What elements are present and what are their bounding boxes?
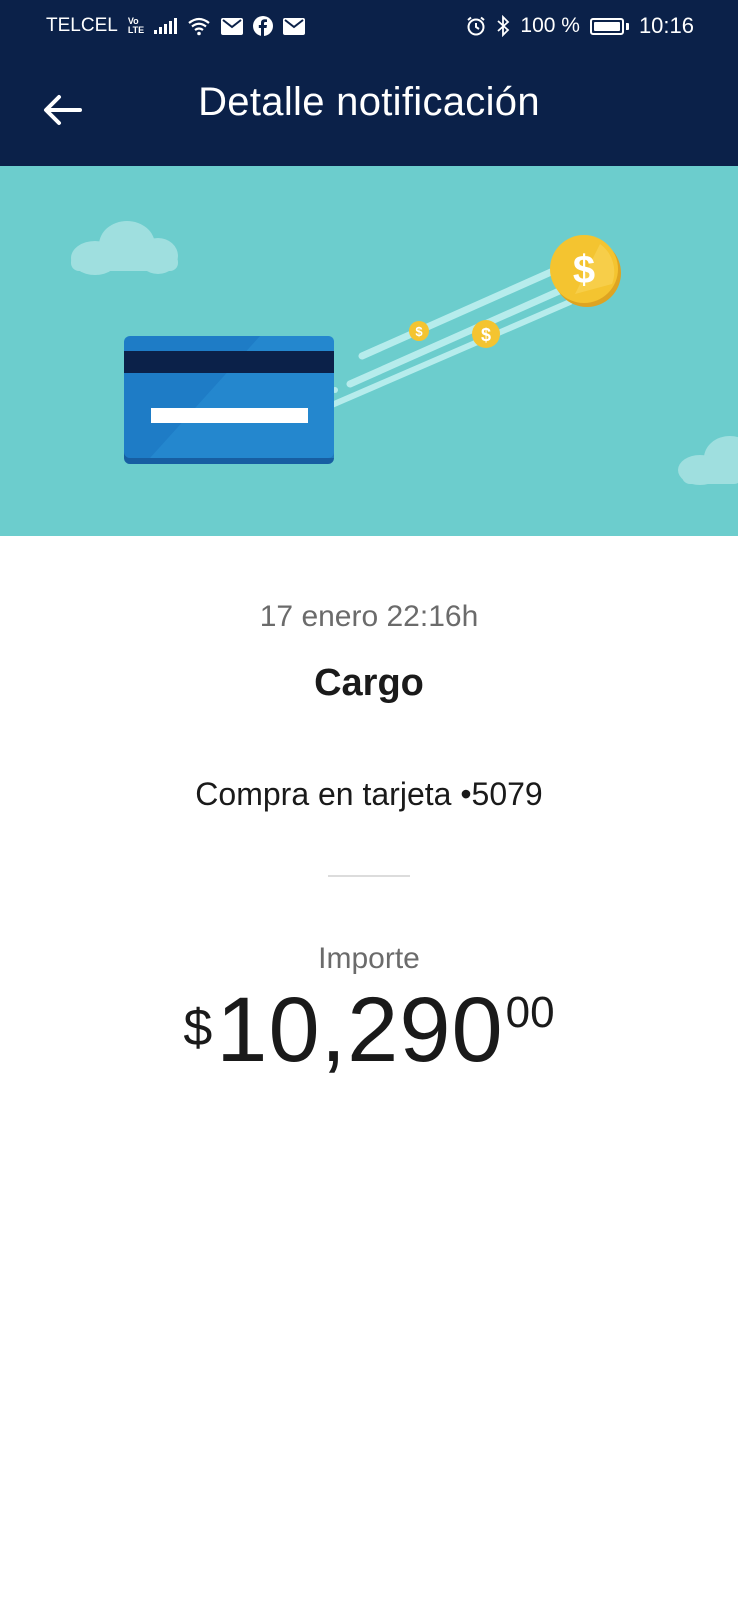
coin-icon: $ [409, 321, 429, 341]
volte-icon: Vo LTE [128, 17, 144, 35]
notification-date: 17 enero 22:16h [259, 600, 479, 633]
wifi-icon [188, 17, 210, 36]
coin-symbol: $ [573, 248, 595, 292]
page-title: Detalle notificación [198, 80, 540, 124]
bluetooth-icon [497, 15, 510, 37]
hero-illustration: $ $ $ [0, 166, 738, 536]
mail-icon [221, 17, 244, 35]
amount-label: Importe [318, 942, 420, 975]
mail-icon [283, 17, 306, 35]
status-bar: TELCEL Vo LTE 100 % 10:16 [0, 0, 738, 52]
status-bar-right: 100 % 10:16 [466, 13, 694, 39]
divider [328, 875, 410, 877]
motion-trails [315, 264, 579, 414]
notification-description: Compra en tarjeta •5079 [195, 776, 543, 812]
coin-icon: $ [472, 320, 500, 348]
clock-time: 10:16 [638, 13, 694, 38]
coin-icon: $ [550, 235, 621, 307]
amount-decimals: 00 [505, 988, 555, 1037]
amount-currency: $ [183, 999, 213, 1057]
amount: $ 10,290 00 [0, 984, 738, 1076]
card-payment-illustration: $ $ $ [71, 221, 738, 485]
notification-title: Cargo [314, 662, 424, 704]
status-bar-left: TELCEL Vo LTE [46, 15, 306, 37]
coin-symbol: $ [481, 325, 491, 345]
battery-icon [589, 17, 629, 35]
alarm-icon [467, 16, 486, 36]
carrier-name: TELCEL [46, 15, 118, 36]
coin-symbol: $ [415, 324, 423, 339]
signal-icon [154, 18, 178, 34]
cloud-icon [678, 436, 738, 485]
battery-percent: 100 % [520, 14, 580, 37]
credit-card-icon [124, 336, 334, 464]
app-bar: Detalle notificación [0, 52, 738, 166]
cloud-icon [71, 221, 178, 275]
amount-integer: 10,290 [216, 979, 504, 1081]
volte-bottom: LTE [127, 25, 145, 35]
facebook-icon [253, 16, 274, 36]
